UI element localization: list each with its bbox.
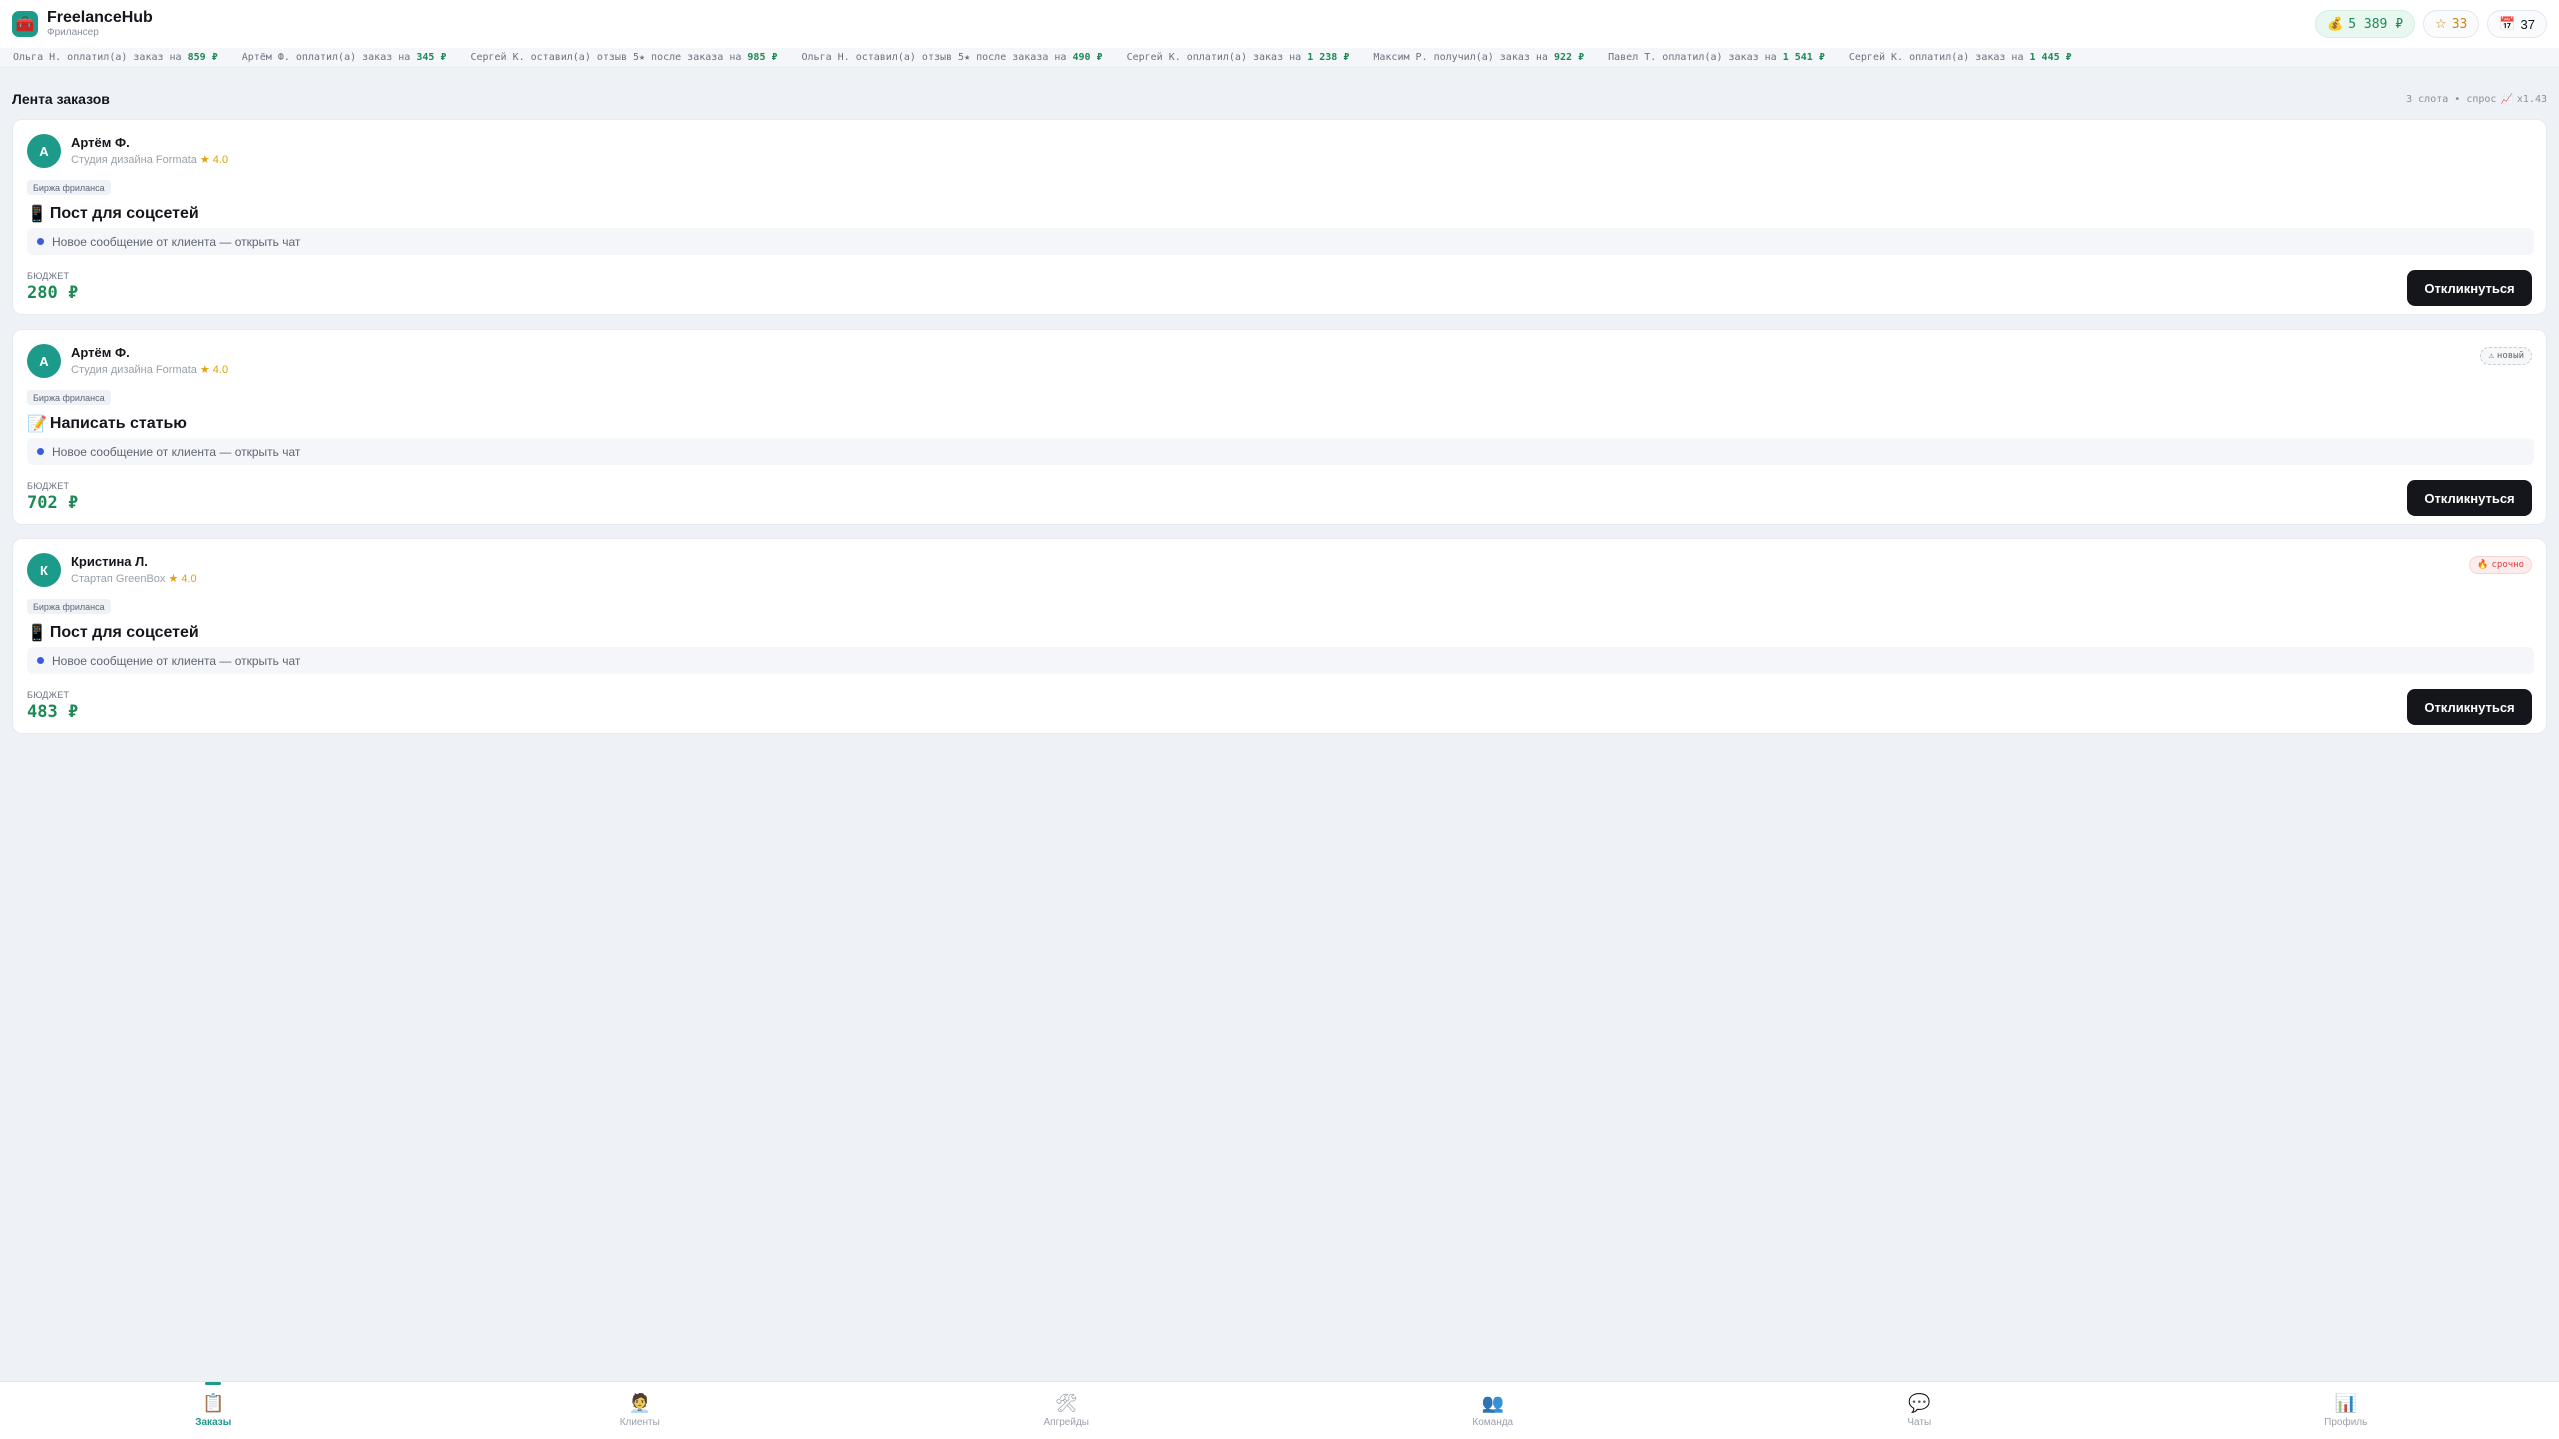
- open-chat-link[interactable]: Новое сообщение от клиента — открыть чат: [27, 438, 2534, 465]
- user-role: Фрилансер: [47, 27, 99, 38]
- budget-label: БЮДЖЕТ: [27, 481, 70, 491]
- new-badge: ⚠ новый: [2480, 347, 2532, 365]
- source-tag: Биржа фриланса: [27, 390, 111, 405]
- ticker-item: Сергей К. оставил(а) отзыв 5★ после зака…: [470, 52, 778, 63]
- feed-title: Лента заказов: [12, 91, 110, 107]
- respond-button[interactable]: Откликнуться: [2407, 270, 2532, 306]
- nav-chats[interactable]: 💬 Чаты: [1706, 1382, 2133, 1439]
- ticker-item: Сергей К. оплатил(а) заказ на 1 238 ₽: [1126, 52, 1350, 63]
- demand-multiplier: x1.43: [2516, 94, 2547, 105]
- open-chat-link[interactable]: Новое сообщение от клиента — открыть чат: [27, 647, 2534, 674]
- app-title: FreelanceHub: [47, 9, 153, 26]
- ticker-item: Павел Т. оплатил(а) заказ на 1 541 ₽: [1608, 52, 1825, 63]
- ticker-item: Максим Р. получил(а) заказ на 922 ₽: [1373, 52, 1585, 63]
- nav-upgrades[interactable]: 🛠 Апгрейды: [853, 1382, 1280, 1439]
- nav-label: Клиенты: [619, 1417, 660, 1428]
- clipboard-icon: 📋: [202, 1393, 225, 1413]
- open-chat-link[interactable]: Новое сообщение от клиента — открыть чат: [27, 228, 2534, 255]
- message-text: Новое сообщение от клиента — открыть чат: [52, 234, 301, 249]
- order-card: А Артём Ф. Студия дизайна Formata ★ 4.0 ⚠…: [12, 329, 2547, 525]
- app-header: 🧰 FreelanceHub Фрилансер 💰 5 389 ₽ ☆ 33 …: [0, 0, 2559, 48]
- calendar-icon: 📅: [2499, 16, 2516, 31]
- message-text: Новое сообщение от клиента — открыть чат: [52, 653, 301, 668]
- client-rating: ★ 4.0: [199, 154, 229, 166]
- client-rating: ★ 4.0: [199, 364, 229, 376]
- urgent-badge: 🔥 срочно: [2469, 556, 2532, 574]
- nav-label: Апгрейды: [1043, 1417, 1089, 1428]
- budget-label: БЮДЖЕТ: [27, 271, 70, 281]
- bar-chart-icon: 📊: [2334, 1393, 2357, 1413]
- calendar-pill[interactable]: 📅 37: [2487, 10, 2547, 38]
- avatar: А: [27, 134, 61, 168]
- money-bag-icon: 💰: [2327, 16, 2344, 31]
- stars-value: 33: [2451, 16, 2468, 32]
- star-icon: ☆: [2435, 16, 2447, 31]
- budget-value: 702 ₽: [27, 493, 79, 513]
- activity-ticker: Ольга Н. оплатил(а) заказ на 859 ₽ Артём…: [0, 48, 2559, 68]
- phone-icon: 📱: [27, 206, 47, 223]
- bottom-nav: 📋 Заказы 🧑‍💼 Клиенты 🛠 Апгрейды 👥 Команд…: [0, 1381, 2559, 1439]
- order-card: К Кристина Л. Стартап GreenBox ★ 4.0 🔥 ср…: [12, 538, 2547, 734]
- budget-value: 280 ₽: [27, 283, 79, 303]
- client-name: Кристина Л.: [71, 554, 148, 569]
- phone-icon: 📱: [27, 625, 47, 642]
- source-tag: Биржа фриланса: [27, 599, 111, 614]
- ticker-item: Сергей К. оплатил(а) заказ на 1 445 ₽: [1848, 52, 2072, 63]
- respond-button[interactable]: Откликнуться: [2407, 689, 2532, 725]
- client-company: Студия дизайна Formata ★ 4.0: [71, 364, 229, 376]
- memo-icon: 📝: [27, 416, 47, 433]
- unread-dot-icon: [37, 448, 44, 455]
- budget-label: БЮДЖЕТ: [27, 690, 70, 700]
- unread-dot-icon: [37, 657, 44, 664]
- toolbox-logo-icon: 🧰: [12, 11, 38, 37]
- feed-meta: 3 слота • спрос 📈 x1.43: [2406, 94, 2547, 105]
- ticker-item: Ольга Н. оплатил(а) заказ на 859 ₽: [13, 52, 218, 63]
- nav-label: Профиль: [2324, 1417, 2368, 1428]
- header-stats: 💰 5 389 ₽ ☆ 33 📅 37: [2315, 10, 2547, 38]
- chart-up-icon: 📈: [2500, 94, 2513, 105]
- team-icon: 👥: [1481, 1393, 1504, 1413]
- order-title: 📱 Пост для соцсетей: [27, 624, 199, 642]
- respond-button[interactable]: Откликнуться: [2407, 480, 2532, 516]
- source-tag: Биржа фриланса: [27, 180, 111, 195]
- tools-icon: 🛠: [1054, 1393, 1078, 1413]
- nav-orders[interactable]: 📋 Заказы: [0, 1382, 427, 1439]
- stars-pill[interactable]: ☆ 33: [2423, 10, 2480, 38]
- unread-dot-icon: [37, 238, 44, 245]
- avatar: А: [27, 344, 61, 378]
- nav-clients[interactable]: 🧑‍💼 Клиенты: [427, 1382, 854, 1439]
- fire-icon: 🔥: [2477, 560, 2489, 570]
- ticker-item: Ольга Н. оставил(а) отзыв 5★ после заказ…: [801, 52, 1103, 63]
- balance-value: 5 389 ₽: [2348, 16, 2404, 32]
- calendar-value: 37: [2520, 16, 2535, 32]
- nav-team[interactable]: 👥 Команда: [1280, 1382, 1707, 1439]
- client-name: Артём Ф.: [71, 135, 130, 150]
- client-company: Студия дизайна Formata ★ 4.0: [71, 154, 229, 166]
- client-company: Стартап GreenBox ★ 4.0: [71, 573, 197, 585]
- avatar: К: [27, 553, 61, 587]
- order-card: А Артём Ф. Студия дизайна Formata ★ 4.0 Б…: [12, 119, 2547, 315]
- nav-label: Заказы: [195, 1417, 232, 1428]
- client-rating: ★ 4.0: [168, 573, 197, 585]
- order-title: 📱 Пост для соцсетей: [27, 205, 199, 223]
- message-text: Новое сообщение от клиента — открыть чат: [52, 444, 301, 459]
- client-name: Артём Ф.: [71, 345, 130, 360]
- client-icon: 🧑‍💼: [628, 1393, 651, 1413]
- ticker-item: Артём Ф. оплатил(а) заказ на 345 ₽: [241, 52, 447, 63]
- nav-label: Чаты: [1907, 1417, 1932, 1428]
- nav-label: Команда: [1472, 1417, 1514, 1428]
- brand: FreelanceHub Фрилансер: [47, 9, 153, 39]
- balance-pill[interactable]: 💰 5 389 ₽: [2315, 10, 2416, 38]
- warning-icon: ⚠: [2488, 351, 2494, 361]
- nav-profile[interactable]: 📊 Профиль: [2133, 1382, 2559, 1439]
- chat-bubble-icon: 💬: [1908, 1393, 1931, 1413]
- feed-slots-demand: 3 слота • спрос: [2406, 94, 2497, 105]
- order-title: 📝 Написать статью: [27, 415, 187, 433]
- budget-value: 483 ₽: [27, 702, 79, 722]
